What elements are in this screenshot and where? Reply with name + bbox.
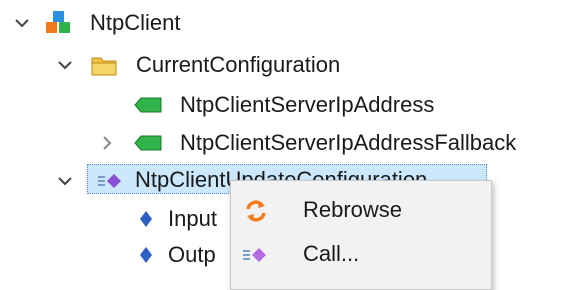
method-icon <box>243 242 269 268</box>
tree-node-label: CurrentConfiguration <box>136 52 341 77</box>
context-menu: Rebrowse Call... <box>230 180 492 290</box>
tree-node-label: Input <box>168 206 217 231</box>
tree-node-current-configuration[interactable]: CurrentConfiguration <box>0 47 577 83</box>
chevron-down-icon[interactable] <box>55 171 75 191</box>
tree-node-label: NtpClientServerIpAddress <box>180 92 435 117</box>
chevron-down-icon[interactable] <box>55 55 75 75</box>
method-icon <box>97 167 125 195</box>
tree-node-ntpclient[interactable]: NtpClient <box>0 5 577 41</box>
variable-icon <box>133 91 162 119</box>
property-icon <box>132 205 160 233</box>
tree-node-server-ip-address-fallback[interactable]: NtpClientServerIpAddressFallback <box>0 125 577 161</box>
tree-node-label: NtpClient <box>90 10 181 35</box>
menu-item-label: Rebrowse <box>303 197 403 222</box>
chevron-down-icon[interactable] <box>12 13 32 33</box>
tree-node-server-ip-address[interactable]: NtpClientServerIpAddress <box>0 87 577 123</box>
menu-item-rebrowse[interactable]: Rebrowse <box>231 189 491 231</box>
menu-item-label: Call... <box>303 241 360 266</box>
variable-icon <box>133 129 162 157</box>
folder-icon <box>90 51 118 79</box>
menu-item-call[interactable]: Call... <box>231 233 491 275</box>
refresh-icon <box>243 198 269 224</box>
object-icon <box>44 9 72 37</box>
tree-node-label: Outp <box>168 242 216 267</box>
property-icon <box>132 241 160 269</box>
chevron-right-icon[interactable] <box>97 133 117 153</box>
tree-node-label: NtpClientServerIpAddressFallback <box>180 130 517 155</box>
